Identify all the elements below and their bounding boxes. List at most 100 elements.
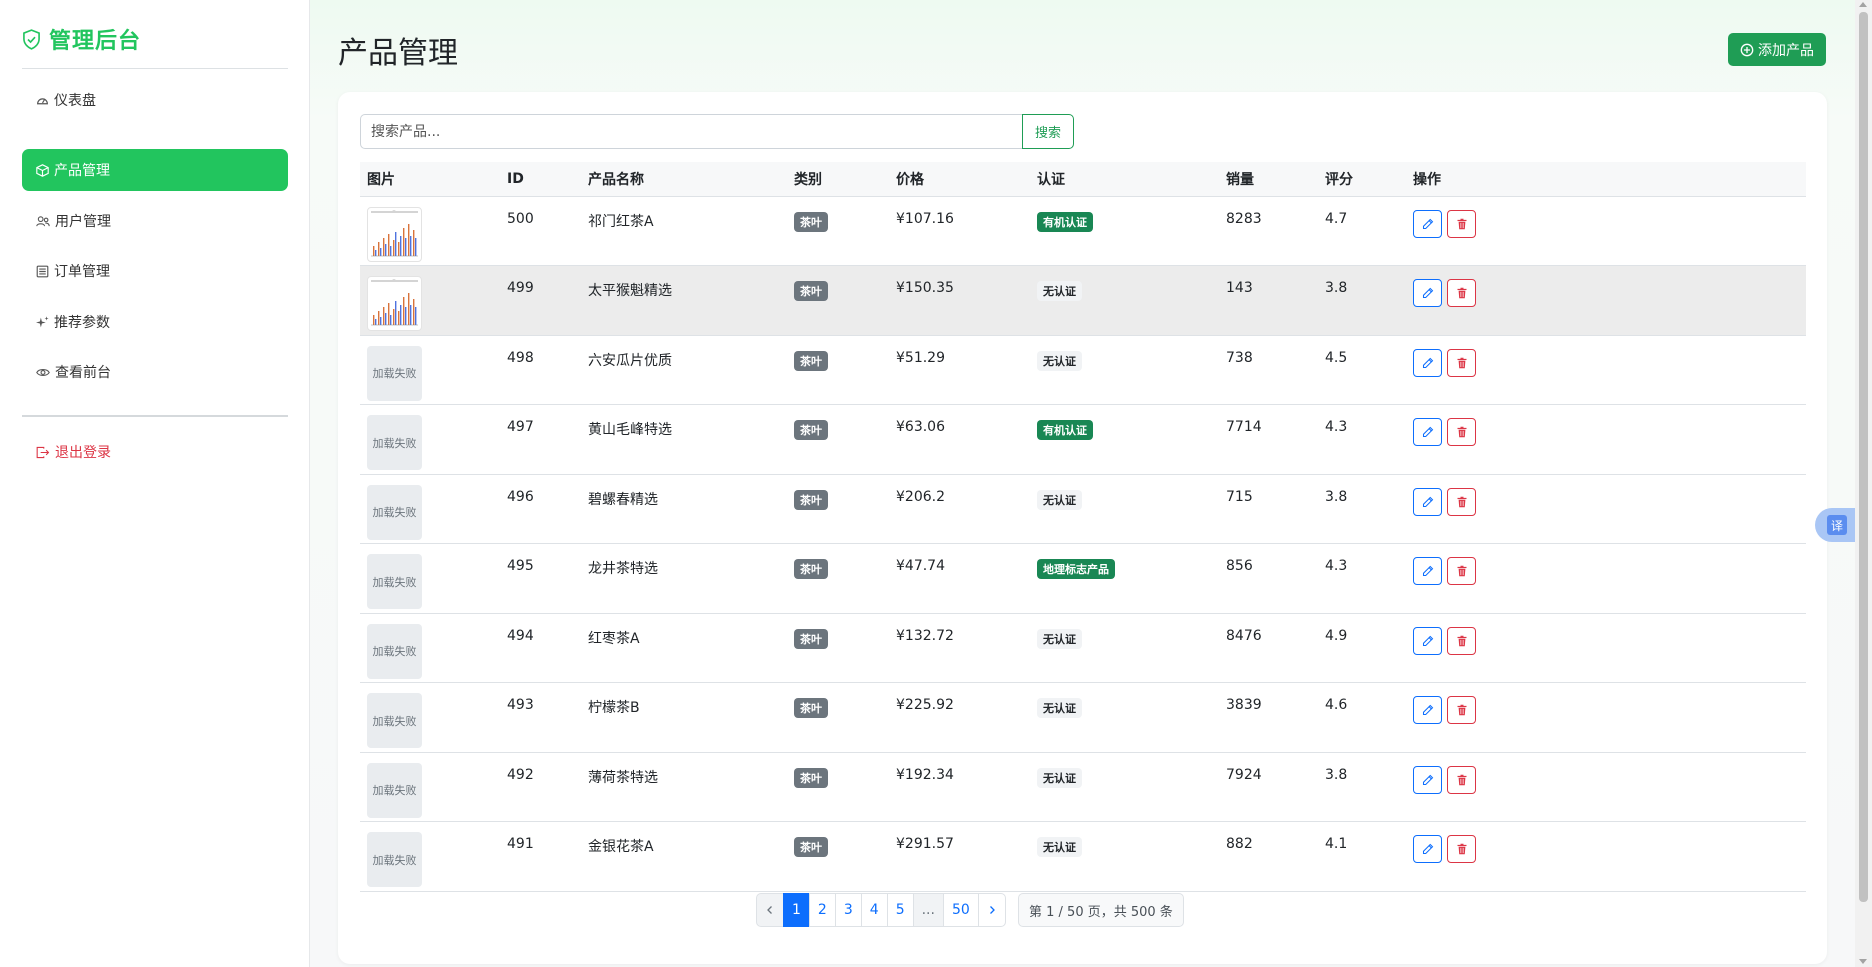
category-badge: 茶叶: [794, 837, 828, 857]
trash-icon: [1456, 635, 1468, 647]
pagination-page-1[interactable]: 1: [783, 893, 810, 927]
image-failed-text: 加载失败: [372, 506, 417, 519]
pencil-icon: [1422, 287, 1434, 299]
cell-product-name: 红枣茶A: [581, 613, 787, 683]
cell-image: —: [360, 265, 500, 336]
search-button[interactable]: 搜索: [1022, 114, 1074, 149]
product-thumbnail-failed: 加载失败: [367, 345, 422, 401]
stars-icon: [36, 315, 49, 327]
pagination-next-button[interactable]: [977, 893, 1006, 927]
table-body: —500 祁门红茶A 茶叶 ¥107.16 有机认证 8283 4.7—499 太平猴魁精选茶…: [360, 196, 1806, 892]
pagination-page-50[interactable]: 50: [942, 893, 979, 927]
column-header-price: 价格: [889, 162, 1030, 197]
translate-icon: 译: [1827, 515, 1847, 535]
pagination-page-2[interactable]: 2: [808, 893, 836, 927]
cell-category: 茶叶: [787, 196, 889, 266]
edit-button[interactable]: [1413, 487, 1442, 516]
delete-button[interactable]: [1447, 835, 1476, 863]
edit-button[interactable]: [1413, 418, 1442, 446]
pencil-icon: [1422, 357, 1434, 369]
pencil-icon: [1422, 635, 1434, 647]
cell-certification: 无认证: [1030, 821, 1219, 892]
delete-button[interactable]: [1447, 348, 1476, 377]
edit-button[interactable]: [1413, 279, 1442, 307]
scrollbar-thumb[interactable]: [1859, 12, 1868, 902]
edit-button[interactable]: [1413, 626, 1442, 655]
chevron-left-icon: [767, 906, 772, 914]
cell-certification: 有机认证: [1030, 404, 1219, 475]
edit-button[interactable]: [1413, 765, 1442, 794]
sidebar-item-users[interactable]: 用户管理: [22, 200, 288, 242]
delete-button[interactable]: [1447, 279, 1476, 307]
cell-id: 498: [500, 335, 581, 405]
pagination-prev-button[interactable]: [756, 893, 784, 927]
cell-category: 茶叶: [787, 613, 889, 683]
sidebar-item-dashboard[interactable]: 仪表盘: [22, 79, 288, 121]
translate-widget[interactable]: 译: [1815, 508, 1855, 542]
sidebar-item-label: 查看前台: [55, 365, 111, 381]
cell-image: 加载失败: [360, 752, 500, 822]
cell-category: 茶叶: [787, 682, 889, 753]
sidebar-item-recommend-params[interactable]: 推荐参数: [22, 301, 288, 343]
sidebar: 管理后台 仪表盘 产品管理 用户管理 订单管理 推荐参数 查看前台 退出登录: [0, 0, 310, 967]
cell-id: 492: [500, 752, 581, 822]
cell-product-name: 柠檬茶B: [581, 682, 787, 753]
table-row: 加载失败 493 柠檬茶B 茶叶 ¥225.92 无认证 3839 4.6: [360, 682, 1806, 753]
edit-button[interactable]: [1413, 348, 1442, 377]
column-header-name: 产品名称: [581, 162, 787, 197]
svg-text:—: —: [393, 278, 396, 282]
column-header-actions: 操作: [1406, 162, 1806, 197]
cell-price: ¥150.35: [889, 265, 1030, 336]
brand[interactable]: 管理后台: [22, 22, 141, 56]
people-icon: [36, 215, 50, 226]
category-badge: 茶叶: [794, 489, 828, 510]
logout-button[interactable]: 退出登录: [22, 431, 288, 473]
pagination-page-3[interactable]: 3: [834, 893, 862, 927]
cell-certification: 无认证: [1030, 265, 1219, 336]
delete-button[interactable]: [1447, 209, 1476, 238]
cell-sales: 8476: [1219, 613, 1318, 683]
pagination-page-5[interactable]: 5: [886, 893, 914, 927]
delete-button[interactable]: [1447, 487, 1476, 516]
svg-text:—: —: [393, 208, 396, 212]
cell-category: 茶叶: [787, 752, 889, 822]
table-row: 加载失败 491 金银花茶A 茶叶 ¥291.57 无认证 882 4.1: [360, 821, 1806, 892]
edit-button[interactable]: [1413, 835, 1442, 863]
category-badge: 茶叶: [794, 350, 828, 371]
edit-button[interactable]: [1413, 557, 1442, 585]
trash-icon: [1456, 287, 1468, 299]
sidebar-item-label: 推荐参数: [54, 315, 110, 331]
pagination-page-4[interactable]: 4: [860, 893, 888, 927]
delete-button[interactable]: [1447, 557, 1476, 585]
table-header-row: 图片 ID 产品名称 类别 价格 认证 销量 评分 操作: [360, 162, 1806, 197]
cell-actions: [1406, 265, 1806, 336]
trash-icon: [1456, 843, 1468, 855]
add-product-button[interactable]: 添加产品: [1728, 33, 1826, 66]
list-icon: [36, 265, 49, 277]
pencil-icon: [1422, 218, 1434, 230]
edit-button[interactable]: [1413, 696, 1442, 724]
delete-button[interactable]: [1447, 418, 1476, 446]
trash-icon: [1456, 704, 1468, 716]
scroll-up-arrow-icon[interactable]: [1859, 2, 1867, 7]
search-input[interactable]: [360, 114, 1022, 149]
column-header-category: 类别: [787, 162, 889, 197]
scroll-down-arrow-icon[interactable]: [1859, 959, 1867, 964]
sidebar-item-orders[interactable]: 订单管理: [22, 250, 288, 292]
cell-category: 茶叶: [787, 474, 889, 544]
table-row: — 500 祁门红茶A 茶叶 ¥107.16 有机认证 8283 4.7: [360, 196, 1806, 266]
pencil-icon: [1422, 496, 1434, 508]
cell-rating: 4.7: [1318, 196, 1406, 266]
speedometer-icon: [37, 97, 48, 104]
sidebar-item-label: 产品管理: [54, 163, 110, 179]
delete-button[interactable]: [1447, 765, 1476, 794]
cell-price: ¥206.2: [889, 474, 1030, 544]
delete-button[interactable]: [1447, 626, 1476, 655]
sidebar-item-products[interactable]: 产品管理: [22, 149, 288, 191]
cell-actions: [1406, 613, 1806, 683]
sidebar-item-view-frontend[interactable]: 查看前台: [22, 351, 288, 393]
edit-button[interactable]: [1413, 209, 1442, 238]
page-scrollbar[interactable]: [1855, 0, 1872, 967]
product-table-card: 搜索 图片 ID 产品名称 类别 价格 认证 销量 评分 操作 — 500祁门红茶…: [338, 92, 1827, 964]
delete-button[interactable]: [1447, 696, 1476, 724]
